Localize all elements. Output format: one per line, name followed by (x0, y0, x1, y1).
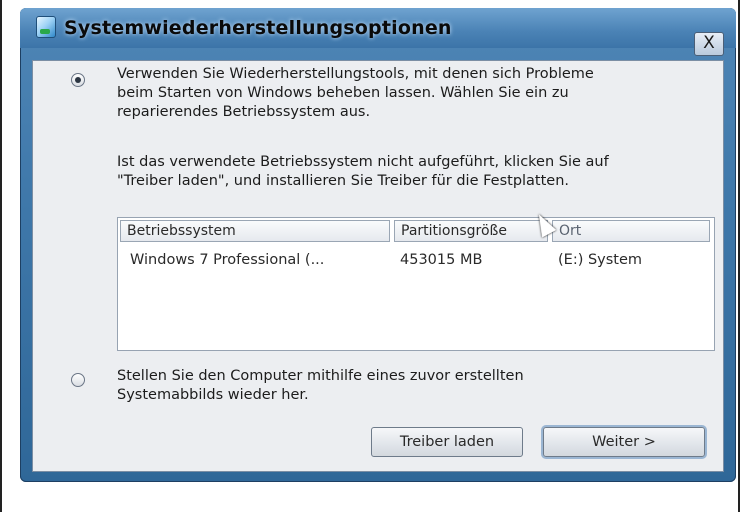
next-button[interactable]: Weiter > (543, 427, 705, 457)
recovery-options-dialog: Systemwiederherstellungsoptionen X Verwe… (20, 8, 736, 482)
radio-use-recovery-tools[interactable] (71, 73, 85, 87)
table-row-location[interactable]: (E:) System (558, 252, 642, 268)
dialog-content: Verwenden Sie Wiederherstellungstools, m… (32, 60, 724, 472)
option-recovery-tools-text: Verwenden Sie Wiederherstellungstools, m… (117, 66, 594, 120)
system-recovery-icon (36, 16, 56, 38)
option-system-image-text: Stellen Sie den Computer mithilfe eines … (117, 368, 524, 403)
radio-restore-system-image[interactable] (71, 373, 85, 387)
window-title: Systemwiederherstellungsoptionen (64, 17, 452, 39)
close-icon[interactable]: X (694, 32, 724, 56)
os-list-table[interactable]: Betriebssystem Partitionsgröße Ort Windo… (117, 217, 715, 351)
load-drivers-button[interactable]: Treiber laden (371, 427, 523, 457)
column-header-size[interactable]: Partitionsgröße (394, 220, 548, 242)
column-header-location[interactable]: Ort (552, 220, 710, 242)
column-header-os[interactable]: Betriebssystem (120, 220, 390, 242)
screen-frame-left (0, 0, 2, 512)
screen-frame-right (738, 0, 740, 512)
title-bar: Systemwiederherstellungsoptionen X (20, 8, 736, 56)
option-driver-hint-text: Ist das verwendete Betriebssystem nicht … (117, 154, 609, 189)
table-row-os[interactable]: Windows 7 Professional (... (130, 252, 324, 268)
table-row-size[interactable]: 453015 MB (400, 252, 482, 268)
